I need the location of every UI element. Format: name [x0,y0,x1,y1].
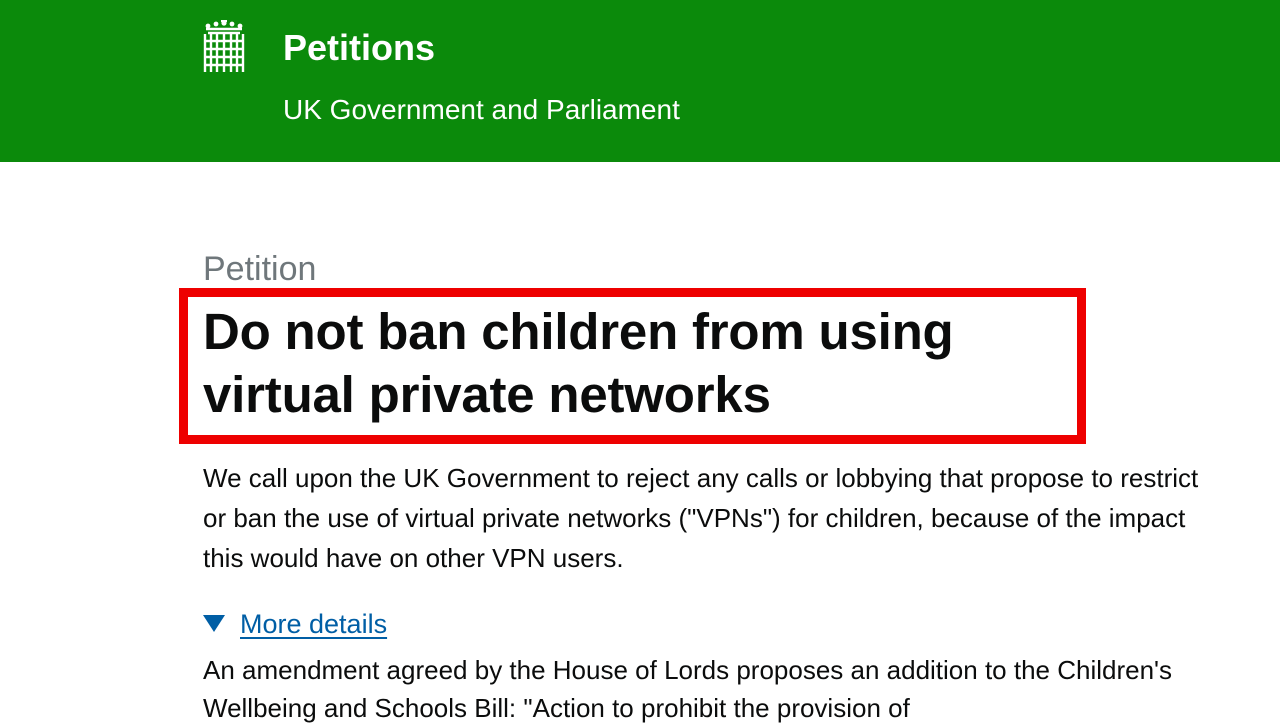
more-details-link[interactable]: More details [240,609,387,640]
petition-caption: Petition [203,250,317,288]
triangle-down-icon[interactable] [203,614,225,632]
site-subtitle: UK Government and Parliament [283,94,680,125]
petition-summary: We call upon the UK Government to reject… [203,463,1199,573]
site-title[interactable]: Petitions [283,26,435,70]
details-text: An amendment agreed by the House of Lord… [203,655,1173,723]
site-header: Petitions UK Government and Parliament [0,0,1280,162]
portcullis-icon[interactable] [202,20,246,74]
petition-title: Do not ban children from using virtual p… [203,303,954,423]
more-details-toggle[interactable]: More details [203,604,387,644]
